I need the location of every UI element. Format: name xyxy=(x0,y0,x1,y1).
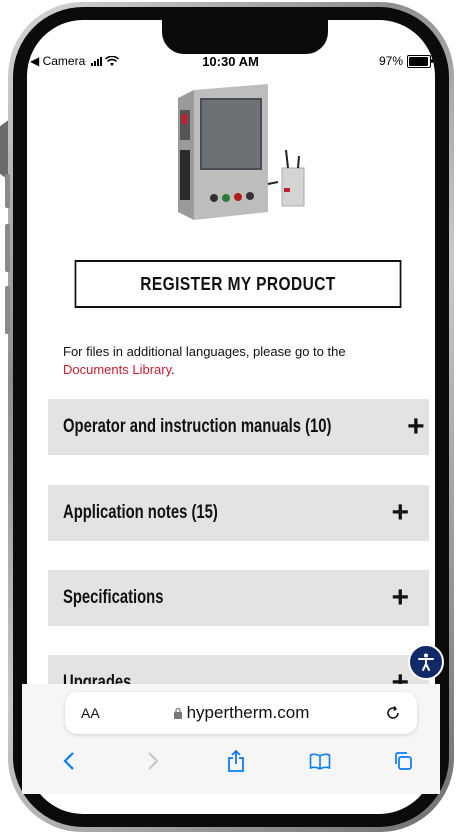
expand-plus-icon[interactable]: + xyxy=(391,498,409,528)
accessibility-button[interactable] xyxy=(408,644,444,680)
address-bar[interactable]: AA hypertherm.com xyxy=(65,692,417,734)
status-bar: ◀ Camera 10:30 AM 97% xyxy=(30,54,433,72)
mute-switch xyxy=(5,174,10,208)
accordion-label: Specifications xyxy=(63,587,164,608)
forward-button[interactable] xyxy=(136,751,170,771)
book-icon xyxy=(309,753,330,770)
chevron-left-icon xyxy=(63,752,74,770)
note-text: For files in additional languages, pleas… xyxy=(63,344,346,359)
url-display[interactable]: hypertherm.com xyxy=(65,703,417,723)
accordion-operator-manuals[interactable]: Operator and instruction manuals (10) + xyxy=(48,399,429,455)
accordion-label: Application notes (15) xyxy=(63,502,218,523)
battery-icon xyxy=(407,54,433,68)
tabs-button[interactable] xyxy=(386,751,420,771)
languages-note: For files in additional languages, pleas… xyxy=(63,343,413,379)
accordion-specifications[interactable]: Specifications + xyxy=(48,570,429,626)
register-product-button[interactable]: REGISTER MY PRODUCT xyxy=(74,260,402,308)
tabs-icon xyxy=(395,752,412,770)
status-right: 97% xyxy=(378,54,433,68)
product-image xyxy=(178,84,305,220)
url-text: hypertherm.com xyxy=(186,703,310,722)
chevron-right-icon xyxy=(147,752,158,770)
accordion-label: Operator and instruction manuals (10) xyxy=(63,416,332,437)
note-period: . xyxy=(171,362,175,377)
lock-icon xyxy=(173,707,182,719)
reload-icon[interactable] xyxy=(385,705,401,721)
volume-down-button xyxy=(5,286,10,334)
browser-nav xyxy=(52,746,420,776)
safari-toolbar: AA hypertherm.com xyxy=(22,684,440,794)
back-button[interactable] xyxy=(52,751,86,771)
expand-plus-icon[interactable]: + xyxy=(391,583,409,613)
share-button[interactable] xyxy=(219,750,253,772)
accessibility-icon xyxy=(418,653,434,671)
battery-percent: 97% xyxy=(378,54,403,68)
status-time: 10:30 AM xyxy=(202,54,259,69)
documents-library-link[interactable]: Documents Library xyxy=(63,362,171,377)
bookmarks-button[interactable] xyxy=(303,752,337,770)
expand-plus-icon[interactable]: + xyxy=(407,412,425,442)
phone-notch xyxy=(162,12,328,54)
volume-up-button xyxy=(5,224,10,272)
share-icon xyxy=(228,750,244,772)
accordion-application-notes[interactable]: Application notes (15) + xyxy=(48,485,429,541)
